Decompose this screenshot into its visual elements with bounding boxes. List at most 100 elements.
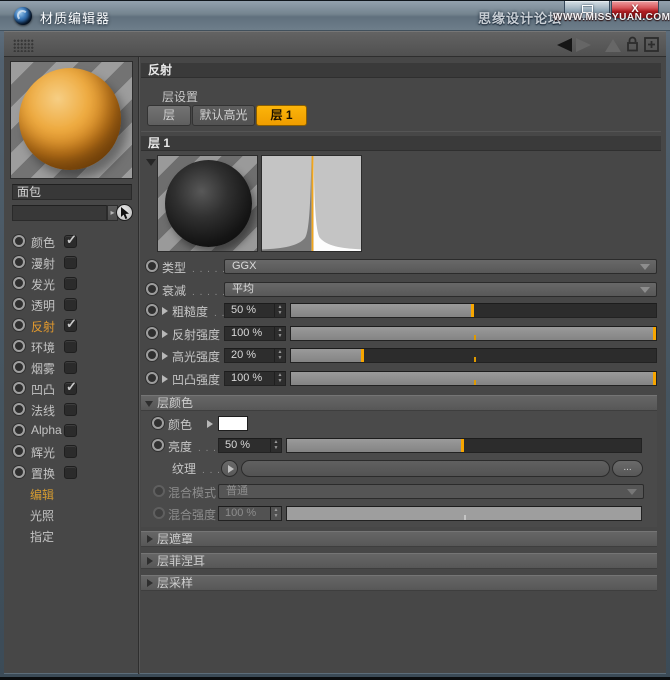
- specular-strength-value-field[interactable]: 20 % ▲▼: [224, 348, 286, 363]
- channel-row-diffusion[interactable]: 漫射: [12, 255, 134, 270]
- record-dot-icon[interactable]: [146, 349, 158, 361]
- tab-default-specular[interactable]: 默认高光: [192, 105, 255, 126]
- record-dot-icon[interactable]: [13, 340, 25, 352]
- sidebar-item-assign[interactable]: 指定: [30, 528, 54, 543]
- record-dot-icon[interactable]: [146, 283, 158, 295]
- channel-checkbox[interactable]: [64, 340, 77, 353]
- tab-layers[interactable]: 层: [147, 105, 191, 126]
- stepper-arrows-icon[interactable]: ▲▼: [270, 439, 281, 452]
- roughness-value-field[interactable]: 50 % ▲▼: [224, 303, 286, 318]
- add-icon[interactable]: [644, 37, 659, 57]
- channel-checkbox[interactable]: ✓: [64, 235, 77, 248]
- stepper-arrows-icon[interactable]: ▲▼: [274, 349, 285, 362]
- record-dot-icon[interactable]: [13, 361, 25, 373]
- layer-preview-sphere[interactable]: [157, 155, 258, 252]
- channel-checkbox[interactable]: [64, 424, 77, 437]
- record-dot-icon[interactable]: [13, 298, 25, 310]
- expand-arrow-icon[interactable]: [162, 375, 168, 383]
- slider-handle[interactable]: [653, 372, 656, 385]
- texture-path-field[interactable]: [241, 460, 610, 477]
- expand-arrow-icon[interactable]: [162, 352, 168, 360]
- expand-arrow-icon[interactable]: [207, 420, 213, 428]
- slider-handle[interactable]: [471, 304, 474, 317]
- record-dot-icon[interactable]: [146, 260, 158, 272]
- channel-checkbox[interactable]: [64, 277, 77, 290]
- channel-row-reflectance[interactable]: 反射 ✓: [12, 318, 134, 333]
- layer-color-header[interactable]: 层颜色: [141, 395, 657, 411]
- specular-strength-slider[interactable]: [290, 348, 657, 363]
- type-dropdown[interactable]: GGX: [224, 259, 657, 274]
- bump-strength-value-field[interactable]: 100 % ▲▼: [224, 371, 286, 386]
- brightness-value-field[interactable]: 50 % ▲▼: [218, 438, 282, 453]
- record-dot-icon[interactable]: [152, 439, 164, 451]
- texture-browse-button[interactable]: ...: [612, 460, 643, 477]
- channel-row-displacement[interactable]: 置换: [12, 465, 134, 480]
- channel-row-transparency[interactable]: 透明: [12, 297, 134, 312]
- sidebar-item-editor[interactable]: 编辑: [30, 486, 54, 501]
- stepper-arrows-icon[interactable]: ▲▼: [274, 327, 285, 340]
- titlebar[interactable]: 材质编辑器 思缘设计论坛 X WWW.MISSYUAN.COM: [0, 1, 670, 31]
- record-dot-icon[interactable]: [13, 235, 25, 247]
- channel-row-environment[interactable]: 环境: [12, 339, 134, 354]
- forward-arrow-icon[interactable]: [576, 38, 591, 52]
- grip-handle-icon[interactable]: [13, 39, 34, 52]
- channel-row-bump[interactable]: 凹凸 ✓: [12, 381, 134, 396]
- record-dot-icon[interactable]: [13, 424, 25, 436]
- record-dot-icon[interactable]: [152, 417, 164, 429]
- channel-row-normal[interactable]: 法线: [12, 402, 134, 417]
- color-swatch[interactable]: [218, 416, 248, 431]
- expand-arrow-icon[interactable]: [162, 307, 168, 315]
- slider-handle[interactable]: [653, 327, 656, 340]
- record-dot-icon[interactable]: [13, 466, 25, 478]
- record-dot-icon[interactable]: [146, 304, 158, 316]
- record-dot-icon[interactable]: [13, 277, 25, 289]
- lock-icon[interactable]: [626, 36, 639, 58]
- channel-checkbox[interactable]: [64, 361, 77, 374]
- layer-sampling-header[interactable]: 层采样: [141, 575, 657, 591]
- record-dot-icon[interactable]: [146, 327, 158, 339]
- record-dot-icon[interactable]: [13, 256, 25, 268]
- channel-checkbox[interactable]: [64, 256, 77, 269]
- material-preview[interactable]: [10, 61, 133, 179]
- sidebar-item-illumination[interactable]: 光照: [30, 507, 54, 522]
- tab-layer1[interactable]: 层 1: [256, 105, 307, 126]
- back-arrow-icon[interactable]: [557, 38, 572, 52]
- preset-input[interactable]: [12, 205, 107, 221]
- channel-row-glow[interactable]: 辉光: [12, 444, 134, 459]
- record-dot-icon[interactable]: [13, 445, 25, 457]
- channel-checkbox[interactable]: ✓: [64, 382, 77, 395]
- collapse-arrow-icon[interactable]: [146, 159, 156, 166]
- channel-row-color[interactable]: 颜色 ✓: [12, 234, 134, 249]
- layer-fresnel-header[interactable]: 层菲涅耳: [141, 553, 657, 569]
- slider-handle[interactable]: [461, 439, 464, 452]
- record-dot-icon[interactable]: [13, 403, 25, 415]
- channel-checkbox[interactable]: [64, 445, 77, 458]
- reflection-strength-slider[interactable]: [290, 326, 657, 341]
- texture-arrow-button[interactable]: [221, 460, 238, 477]
- brightness-slider[interactable]: [286, 438, 642, 453]
- slider-handle[interactable]: [361, 349, 364, 362]
- layer-mask-header[interactable]: 层遮罩: [141, 531, 657, 547]
- attenuation-dropdown[interactable]: 平均: [224, 282, 657, 297]
- stepper-arrows-icon[interactable]: ▲▼: [274, 372, 285, 385]
- channel-row-fog[interactable]: 烟雾: [12, 360, 134, 375]
- channel-row-alpha[interactable]: Alpha: [12, 423, 134, 438]
- reflection-strength-value-field[interactable]: 100 % ▲▼: [224, 326, 286, 341]
- roughness-slider[interactable]: [290, 303, 657, 318]
- expand-arrow-icon[interactable]: [162, 330, 168, 338]
- channel-checkbox[interactable]: [64, 403, 77, 416]
- stepper-arrows-icon[interactable]: ▲▼: [274, 304, 285, 317]
- material-name-input[interactable]: 面包: [12, 184, 132, 200]
- channel-checkbox[interactable]: [64, 298, 77, 311]
- record-dot-icon[interactable]: [146, 372, 158, 384]
- record-dot-icon[interactable]: [13, 382, 25, 394]
- channel-row-luminance[interactable]: 发光: [12, 276, 134, 291]
- pick-material-button[interactable]: [116, 204, 133, 221]
- channel-checkbox[interactable]: ✓: [64, 319, 77, 332]
- channel-checkbox[interactable]: [64, 466, 77, 479]
- record-dot-icon[interactable]: [13, 319, 25, 331]
- bump-strength-slider[interactable]: [290, 371, 657, 386]
- reflection-strength-label: 反射强度: [172, 326, 220, 343]
- up-arrow-icon[interactable]: [605, 39, 621, 52]
- distribution-curve-preview[interactable]: [261, 155, 362, 252]
